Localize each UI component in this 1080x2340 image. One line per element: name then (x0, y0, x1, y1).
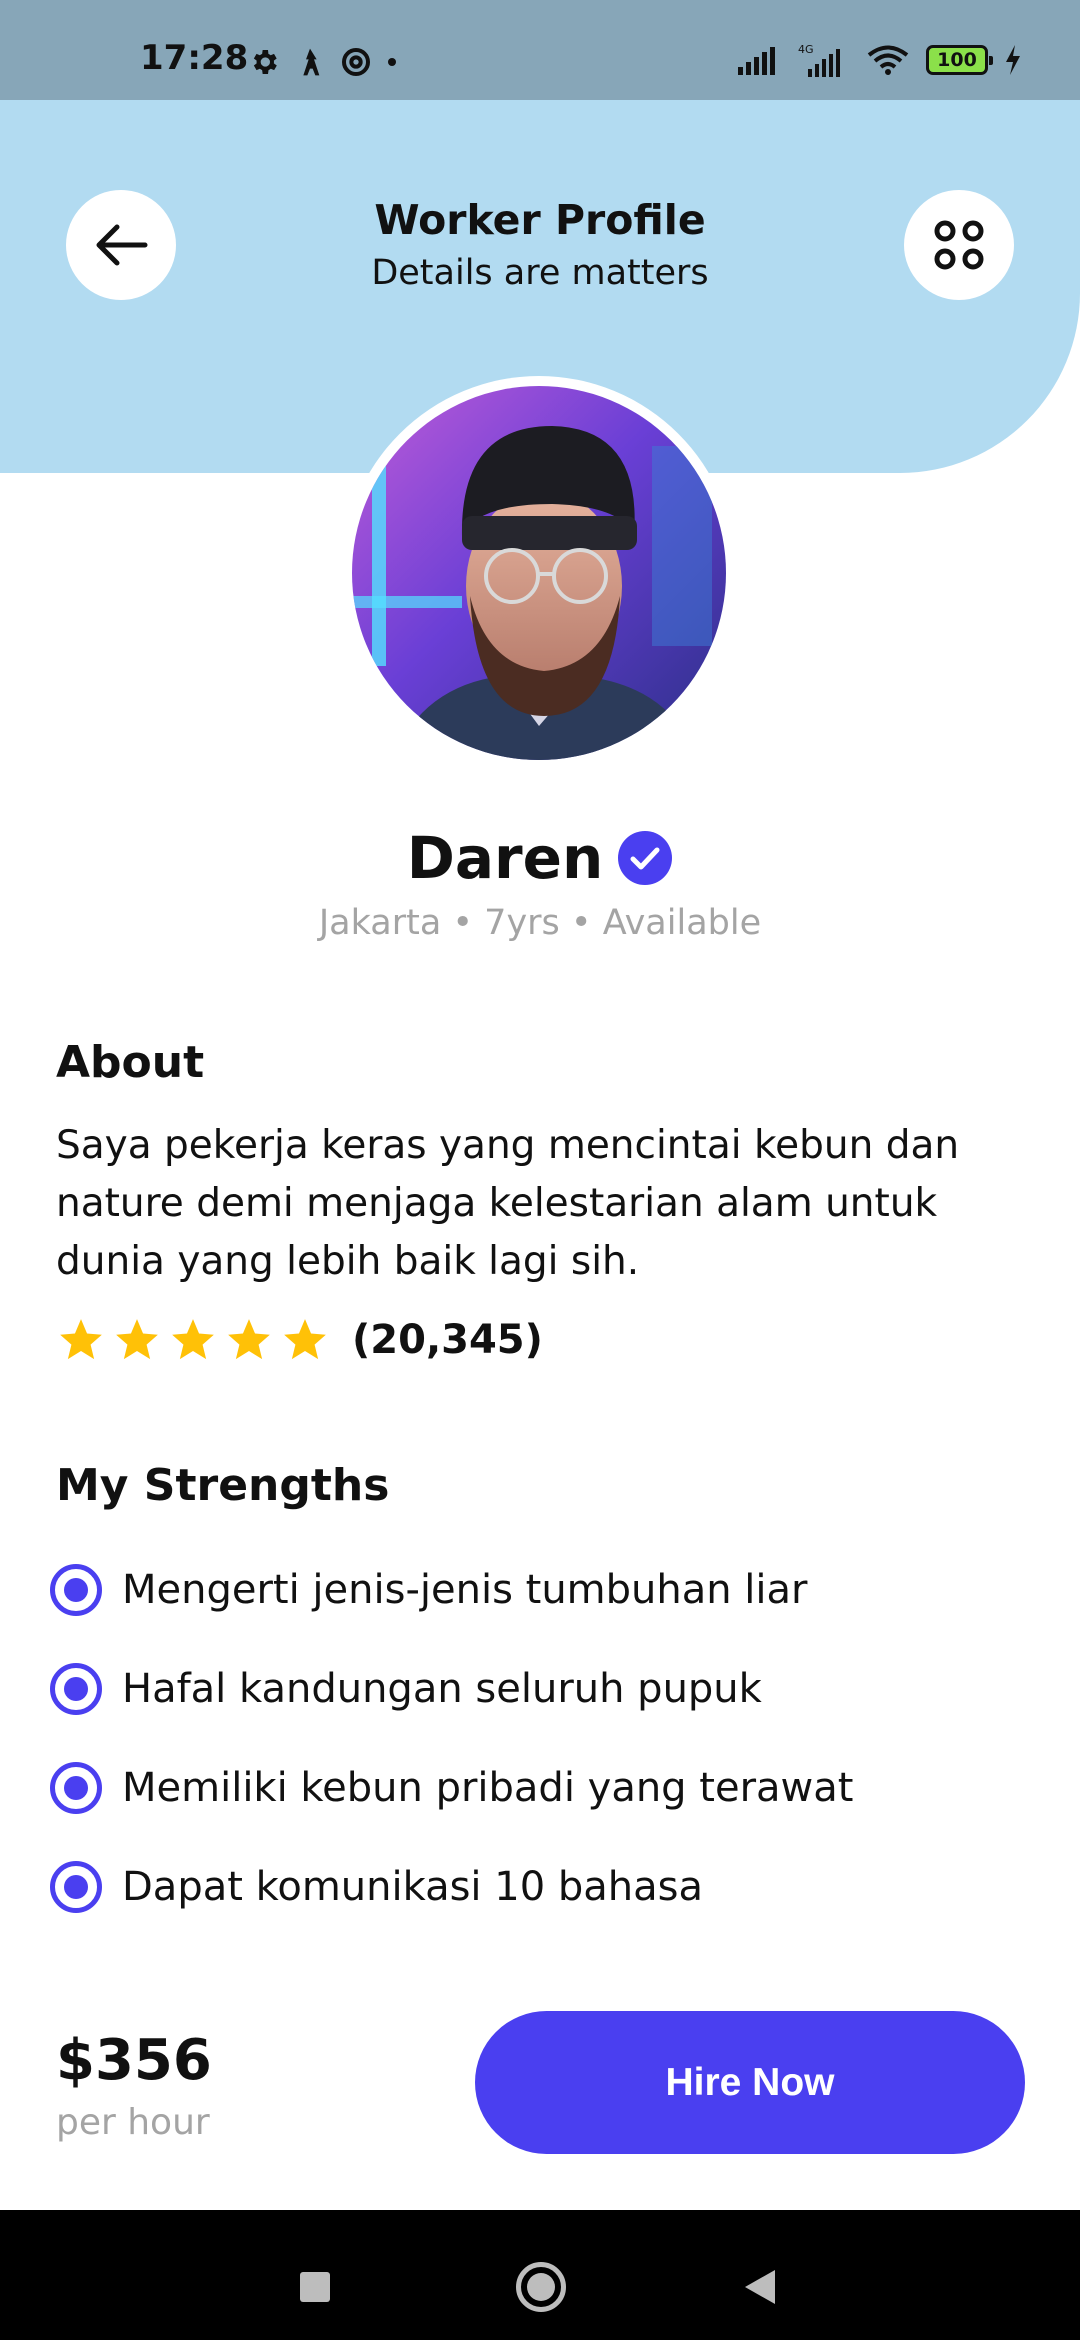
star-icon (60, 1319, 102, 1360)
price-unit: per hour (56, 2102, 210, 2143)
arrow-left-icon (96, 224, 148, 266)
strength-text: Hafal kandungan seluruh pupuk (122, 1666, 762, 1712)
battery-icon: 100 (926, 45, 993, 75)
status-time: 17:28 (140, 38, 249, 78)
menu-button[interactable] (904, 190, 1014, 300)
strength-text: Mengerti jenis-jenis tumbuhan liar (122, 1567, 808, 1613)
battery-level: 100 (937, 49, 977, 71)
wifi-icon (867, 45, 909, 75)
star-icon (172, 1319, 214, 1360)
at-icon (342, 48, 370, 76)
radio-selected-icon (50, 1861, 102, 1913)
signal-4g-icon: 4G (798, 43, 840, 77)
page-title: Worker Profile (374, 196, 706, 244)
gear-icon (253, 50, 277, 74)
star-icon (116, 1319, 158, 1360)
rating-stars (56, 1315, 330, 1365)
page-subtitle: Details are matters (371, 253, 709, 293)
header-title-group: Worker Profile Details are matters (290, 192, 790, 298)
strength-list: Mengerti jenis-jenis tumbuhan liar Hafal… (50, 1560, 1030, 1956)
star-icon (284, 1319, 326, 1360)
back-nav-button[interactable] (745, 2270, 775, 2304)
status-bar: 17:28 4G 100 (0, 0, 1080, 100)
home-button[interactable] (516, 2262, 566, 2312)
status-icons-left (248, 42, 398, 82)
strength-text: Memiliki kebun pribadi yang terawat (122, 1765, 854, 1811)
price: $356 (56, 2028, 212, 2093)
svg-text:4G: 4G (798, 43, 814, 56)
about-title: About (56, 1037, 205, 1088)
strength-text: Dapat komunikasi 10 bahasa (122, 1864, 703, 1910)
signal-icon (738, 47, 775, 75)
system-nav-bar (0, 2210, 1080, 2340)
strength-item: Mengerti jenis-jenis tumbuhan liar (50, 1560, 1030, 1659)
dot-icon (388, 58, 396, 66)
strength-item: Hafal kandungan seluruh pupuk (50, 1659, 1030, 1758)
avatar-ring (342, 376, 736, 770)
back-button[interactable] (66, 190, 176, 300)
strength-item: Dapat komunikasi 10 bahasa (50, 1857, 1030, 1956)
grid-dots-icon (934, 220, 984, 270)
recents-button[interactable] (300, 2272, 330, 2302)
radio-selected-icon (50, 1564, 102, 1616)
wizard-icon (303, 48, 320, 76)
review-count: (20,345) (352, 1317, 543, 1363)
profile-meta: Jakarta • 7yrs • Available (318, 903, 762, 943)
strengths-title: My Strengths (56, 1460, 390, 1511)
radio-selected-icon (50, 1762, 102, 1814)
rating-row: (20,345) (56, 1310, 543, 1370)
charging-icon (1006, 45, 1020, 75)
avatar (352, 386, 726, 760)
strength-item: Memiliki kebun pribadi yang terawat (50, 1758, 1030, 1857)
profile-name: Daren (406, 824, 604, 892)
status-icons-right: 4G 100 (738, 40, 1022, 80)
hire-now-button[interactable]: Hire Now (475, 2011, 1025, 2154)
radio-selected-icon (50, 1663, 102, 1715)
profile-name-row: Daren (0, 820, 1080, 896)
about-text: Saya pekerja keras yang mencintai kebun … (56, 1123, 960, 1284)
verified-check-icon (618, 831, 673, 885)
star-icon (228, 1319, 270, 1360)
